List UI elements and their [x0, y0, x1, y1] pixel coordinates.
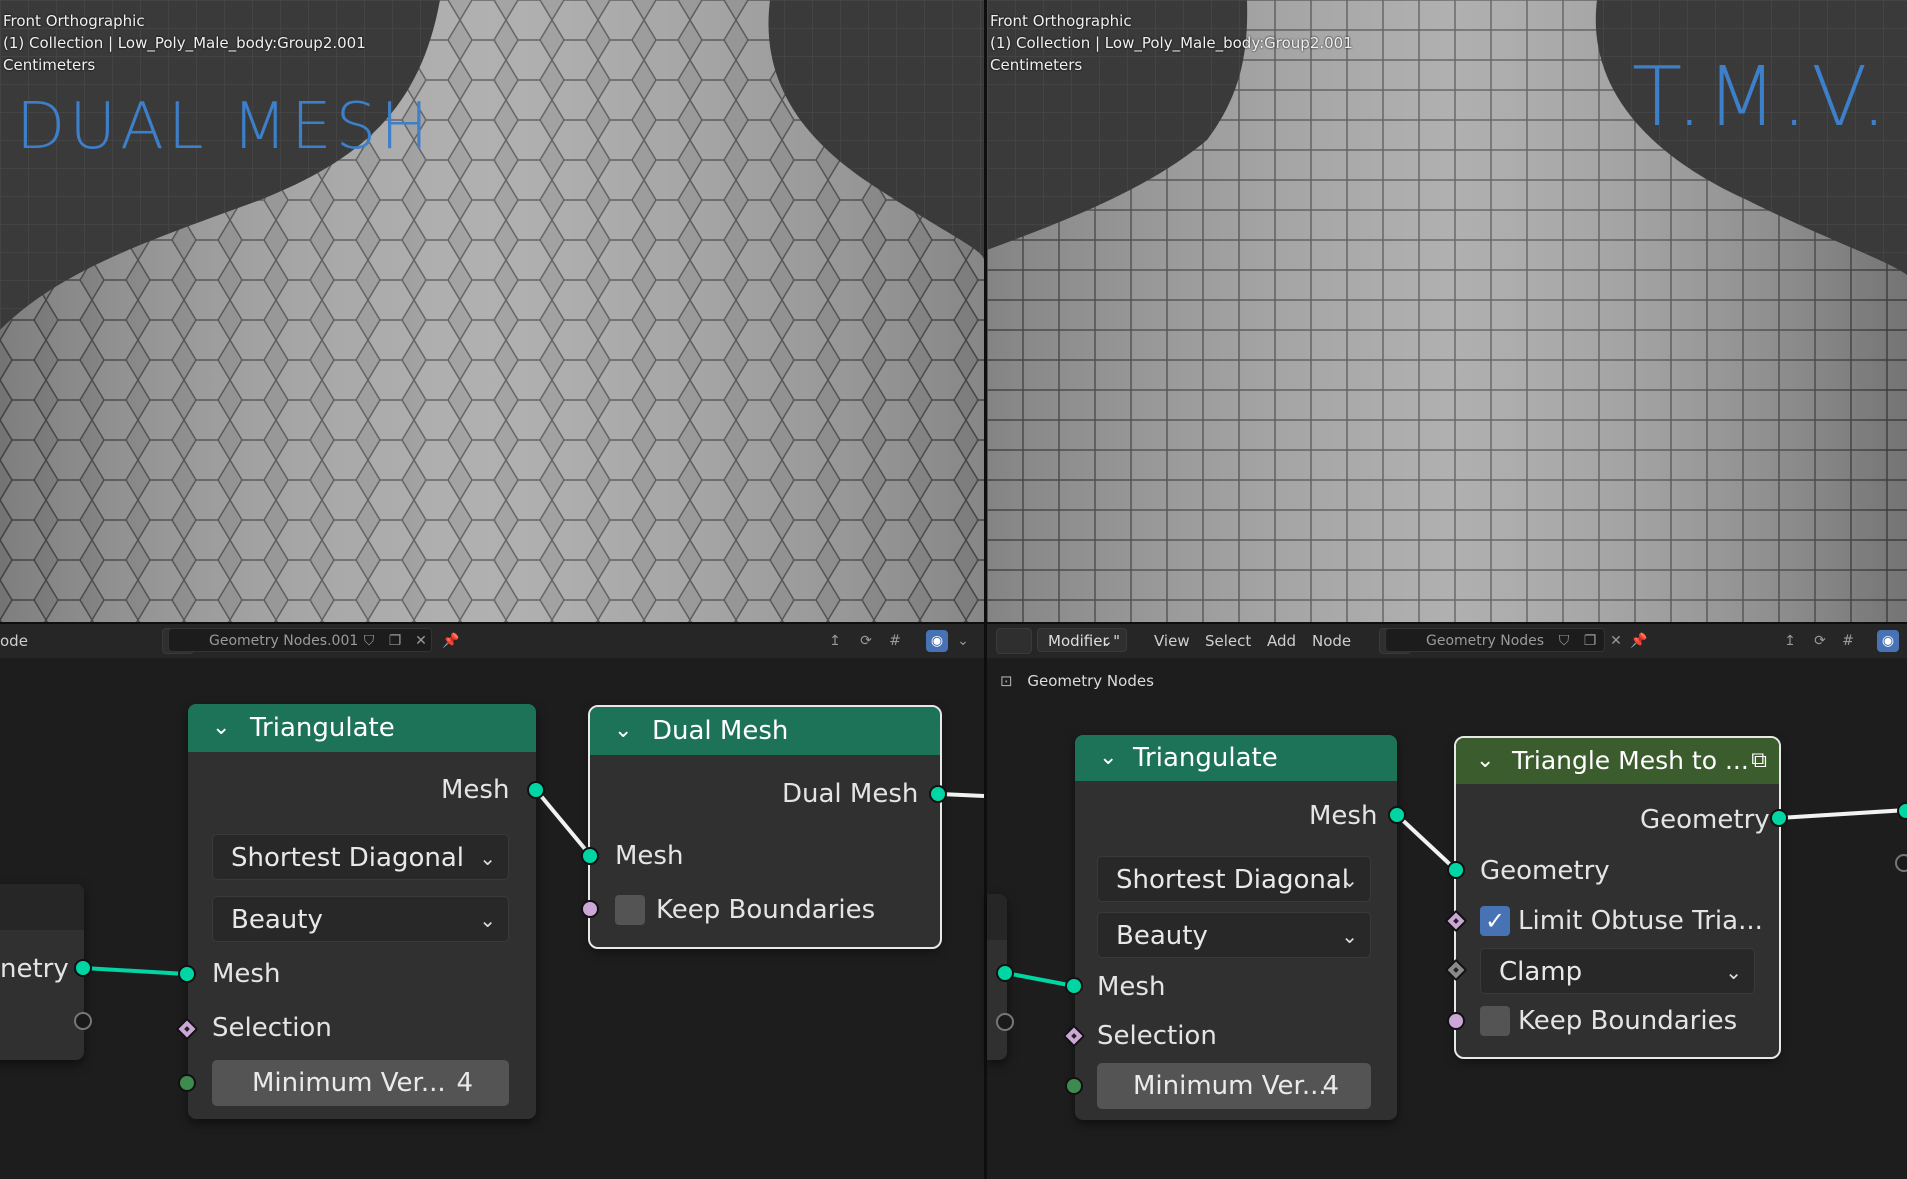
node-title: Triangulate: [250, 713, 395, 743]
input-mesh-label: Mesh: [1097, 972, 1166, 1002]
socket-dual-mesh-out[interactable]: [929, 785, 947, 803]
output-geometry-label: Geometry: [1640, 805, 1770, 835]
socket-geometry-out[interactable]: [1770, 809, 1788, 827]
collapse-icon[interactable]: ⌄: [614, 707, 632, 755]
node-header[interactable]: ⌄ Triangulate: [188, 704, 536, 752]
link-right-input: [1005, 971, 1075, 988]
node-header[interactable]: ⌄ Dual Mesh: [590, 707, 940, 755]
socket-mesh-out[interactable]: [1388, 806, 1406, 824]
link-right-tmv-out: [1778, 808, 1907, 820]
output-dual-mesh-label: Dual Mesh: [782, 779, 919, 809]
limit-obtuse-checkbox[interactable]: ✓: [1480, 906, 1510, 936]
keep-boundaries-checkbox[interactable]: [615, 895, 645, 925]
partial-node-output-label: netry: [0, 954, 69, 984]
input-geometry-label: Geometry: [1480, 856, 1610, 886]
socket-next-node-empty[interactable]: [1895, 854, 1907, 872]
checkmark-icon: ✓: [1484, 907, 1506, 935]
socket-geometry-out[interactable]: [996, 964, 1014, 982]
node-header[interactable]: ⌄ Triangle Mesh to ... ⧉: [1456, 738, 1779, 784]
partial-node-header: [0, 884, 84, 930]
chevron-down-icon: ⌄: [479, 908, 496, 932]
clamp-select[interactable]: Clamp ⌄: [1480, 948, 1755, 994]
selection-label: Selection: [1097, 1021, 1217, 1051]
min-vertices-field[interactable]: Minimum Ver... 4: [212, 1060, 509, 1106]
socket-min-vertices-in[interactable]: [178, 1074, 196, 1092]
link-left-tri-dual: [534, 788, 592, 857]
chevron-down-icon: ⌄: [479, 846, 496, 870]
chevron-down-icon: ⌄: [1725, 960, 1742, 984]
socket-geometry-in[interactable]: [1447, 861, 1465, 879]
node-title: Dual Mesh: [652, 716, 789, 746]
link-left-input: [83, 966, 187, 976]
keep-boundaries-checkbox[interactable]: [1480, 1006, 1510, 1036]
socket-keep-boundaries-in[interactable]: [581, 900, 599, 918]
node-header[interactable]: ⌄ Triangulate: [1075, 735, 1397, 781]
selection-label: Selection: [212, 1013, 332, 1043]
quad-method-select[interactable]: Shortest Diagonal ⌄: [1097, 856, 1371, 902]
socket-keep-boundaries-in[interactable]: [1447, 1012, 1465, 1030]
keep-boundaries-label: Keep Boundaries: [656, 895, 876, 925]
input-mesh-label: Mesh: [615, 841, 684, 871]
socket-mesh-in[interactable]: [178, 965, 196, 983]
chevron-down-icon: ⌄: [1341, 924, 1358, 948]
socket-empty[interactable]: [996, 1013, 1014, 1031]
ngon-method-select[interactable]: Beauty ⌄: [1097, 912, 1371, 958]
min-vertices-field[interactable]: Minimum Ver... 4: [1097, 1063, 1371, 1109]
collapse-icon[interactable]: ⌄: [1476, 738, 1494, 784]
socket-min-vertices-in[interactable]: [1065, 1077, 1083, 1095]
socket-geometry-out[interactable]: [74, 959, 92, 977]
output-mesh-label: Mesh: [1309, 801, 1378, 831]
keep-boundaries-label: Keep Boundaries: [1518, 1006, 1738, 1036]
input-mesh-label: Mesh: [212, 959, 281, 989]
ngon-method-select[interactable]: Beauty ⌄: [212, 896, 509, 942]
collapse-icon[interactable]: ⌄: [212, 704, 230, 752]
socket-empty[interactable]: [74, 1012, 92, 1030]
collapse-icon[interactable]: ⌄: [1099, 735, 1117, 781]
chevron-down-icon: ⌄: [1341, 868, 1358, 892]
link-right-tri-tmv: [1395, 813, 1458, 872]
node-title: Triangulate: [1133, 743, 1278, 773]
quad-method-select[interactable]: Shortest Diagonal ⌄: [212, 834, 509, 880]
limit-obtuse-label: Limit Obtuse Tria...: [1518, 906, 1763, 936]
socket-mesh-in[interactable]: [1065, 977, 1083, 995]
socket-mesh-in[interactable]: [581, 847, 599, 865]
nodegroup-icon[interactable]: ⧉: [1751, 738, 1767, 784]
output-mesh-label: Mesh: [441, 775, 510, 805]
node-title: Triangle Mesh to ...: [1512, 746, 1749, 775]
socket-mesh-out[interactable]: [527, 781, 545, 799]
